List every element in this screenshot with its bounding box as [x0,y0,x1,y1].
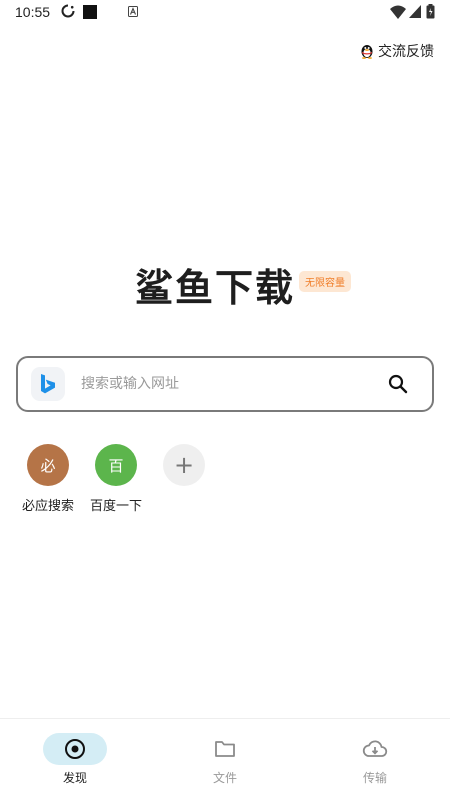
status-bar: 10:55 [0,0,450,26]
qq-penguin-icon [361,45,373,59]
nav-transfer[interactable]: 传输 [335,733,415,786]
shortcut-baidu[interactable]: 百 百度一下 [82,444,150,514]
wifi-icon [390,5,406,19]
search-engine-button[interactable] [31,367,65,401]
nav-transfer-label: 传输 [362,771,387,785]
signal-icon [409,5,421,18]
discover-icon [65,739,85,759]
shortcut-label: 必应搜索 [21,499,74,514]
bottom-nav: 发现 文件 传输 [0,718,450,800]
status-time: 10:55 [15,4,51,20]
folder-icon [215,741,235,757]
battery-icon [426,4,435,19]
notification-square-icon [83,5,97,19]
add-shortcut-button[interactable]: + [150,444,218,514]
nav-discover[interactable]: 发现 [35,733,115,786]
shortcut-bing-icon: 必 [27,444,69,486]
nav-files-highlight [193,733,257,765]
nav-transfer-highlight [343,733,407,765]
shortcut-label: 百度一下 [89,499,142,514]
cloud-download-icon [362,740,388,757]
search-bar[interactable] [16,356,434,412]
nav-discover-highlight [43,733,107,765]
nav-discover-label: 发现 [62,771,87,785]
nav-files[interactable]: 文件 [185,733,265,786]
feedback-link[interactable]: 交流反馈 [360,41,434,61]
shortcut-grid: 必 必应搜索 百 百度一下 + [14,444,218,514]
search-button[interactable] [386,372,410,396]
sync-icon [61,4,75,18]
search-input[interactable] [81,369,386,399]
nav-files-label: 文件 [212,771,237,785]
feedback-label: 交流反馈 [378,44,434,60]
shortcut-baidu-icon: 百 [95,444,137,486]
app-logo: 鲨鱼下载 无限容量 [135,266,352,310]
shortcut-bing[interactable]: 必 必应搜索 [14,444,82,514]
logo-badge: 无限容量 [299,271,352,292]
a-icon [128,6,138,17]
search-icon [388,374,408,394]
plus-icon: + [163,444,205,486]
bing-icon [41,374,55,394]
logo-title: 鲨鱼下载 [135,266,296,310]
